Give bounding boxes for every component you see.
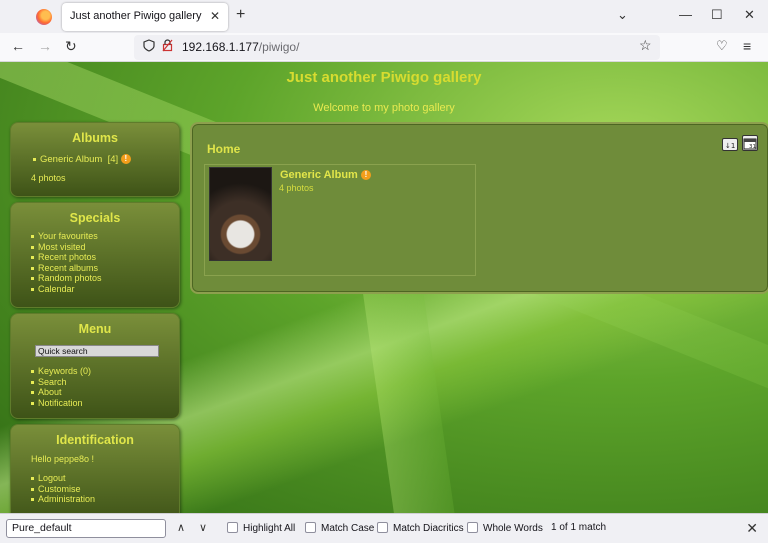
albums-heading[interactable]: Albums bbox=[11, 131, 179, 145]
star-icon[interactable]: ☆ bbox=[639, 37, 652, 54]
albums-list: Generic Album [4] ! bbox=[33, 154, 179, 166]
maximize-button[interactable]: ☐ bbox=[711, 7, 723, 23]
specials-item-random-photos[interactable]: Random photos bbox=[31, 273, 179, 284]
grass-blade-decoration bbox=[362, 279, 458, 513]
lock-icon[interactable] bbox=[162, 39, 173, 55]
menu-item-about[interactable]: About bbox=[31, 387, 179, 398]
album-card[interactable]: Generic Album ! 4 photos bbox=[204, 164, 476, 276]
menu-item-notification[interactable]: Notification bbox=[31, 398, 179, 409]
svg-text:↓1: ↓1 bbox=[725, 142, 735, 150]
list-all-tabs-icon[interactable]: ⌄ bbox=[617, 7, 628, 23]
forward-button[interactable]: → bbox=[38, 38, 52, 54]
recent-badge-icon: ! bbox=[120, 154, 131, 164]
tab-strip: Just another Piwigo gallery ✕ + ⌄ — ☐ ✕ bbox=[0, 0, 768, 33]
find-bar: Pure_default ∧ ∨ Highlight All Match Cas… bbox=[0, 513, 768, 543]
page-header: Just another Piwigo gallery Welcome to m… bbox=[0, 69, 768, 114]
highlight-all-checkbox[interactable]: Highlight All bbox=[227, 522, 295, 534]
album-title-link[interactable]: Generic Album ! bbox=[280, 169, 371, 181]
album-item[interactable]: Generic Album [4] ! bbox=[33, 154, 179, 166]
album-photo-count: 4 photos bbox=[279, 183, 314, 193]
album-title[interactable]: Generic Album bbox=[280, 169, 358, 181]
match-case-checkbox[interactable]: Match Case bbox=[305, 522, 374, 534]
menu-list: Keywords (0) Search About Notification bbox=[31, 366, 179, 408]
checkbox-box[interactable] bbox=[227, 522, 238, 533]
greeting-text: Hello peppe8o ! bbox=[31, 454, 95, 464]
whole-words-label: Whole Words bbox=[483, 523, 543, 534]
hamburger-menu-icon[interactable]: ≡ bbox=[743, 38, 751, 54]
quick-search-input[interactable]: Quick search bbox=[35, 345, 159, 357]
minimize-button[interactable]: — bbox=[679, 7, 692, 22]
specials-item-recent-albums[interactable]: Recent albums bbox=[31, 263, 179, 274]
identification-list: Logout Customise Administration bbox=[31, 473, 179, 505]
menu-heading: Menu bbox=[78, 322, 112, 336]
specials-item-calendar[interactable]: Calendar bbox=[31, 284, 179, 295]
specials-heading: Specials bbox=[69, 211, 121, 225]
menu-item-keywords[interactable]: Keywords (0) bbox=[31, 366, 179, 377]
window-close-button[interactable]: ✕ bbox=[744, 7, 755, 23]
albums-menu: Albums Generic Album [4] ! 4 photos bbox=[10, 122, 180, 197]
specials-item-most-visited[interactable]: Most visited bbox=[31, 242, 179, 253]
match-diacritics-checkbox[interactable]: Match Diacritics bbox=[377, 522, 464, 534]
breadcrumb-home[interactable]: Home bbox=[207, 142, 240, 156]
find-close-button[interactable]: ✕ bbox=[746, 520, 758, 537]
back-button[interactable]: ← bbox=[11, 38, 25, 54]
url-host: 192.168.1.177 bbox=[182, 40, 259, 54]
identification-item-customise[interactable]: Customise bbox=[31, 484, 179, 495]
gallery-title[interactable]: Just another Piwigo gallery bbox=[0, 69, 768, 86]
identification-item-logout[interactable]: Logout bbox=[31, 473, 179, 484]
albums-total: 4 photos bbox=[31, 172, 66, 183]
new-tab-button[interactable]: + bbox=[236, 6, 245, 24]
identification-item-administration[interactable]: Administration bbox=[31, 494, 179, 505]
main-menu: Menu Quick search Keywords (0) Search Ab… bbox=[10, 313, 180, 419]
album-item-count: [4] bbox=[107, 154, 119, 165]
shield-icon[interactable] bbox=[143, 39, 155, 55]
url-text: 192.168.1.177/piwigo/ bbox=[182, 40, 299, 54]
content-panel: Home ↓1 31 Generic Album ! 4 photos bbox=[190, 122, 768, 294]
specials-item-favourites[interactable]: Your favourites bbox=[31, 231, 179, 242]
firefox-logo-icon[interactable] bbox=[36, 9, 52, 25]
specials-list: Your favourites Most visited Recent phot… bbox=[31, 231, 179, 294]
url-path: /piwigo/ bbox=[258, 40, 300, 54]
calendar-view-icon[interactable]: 31 bbox=[742, 135, 758, 151]
whole-words-checkbox[interactable]: Whole Words bbox=[467, 522, 543, 534]
find-status: 1 of 1 match bbox=[551, 522, 607, 533]
identification-heading: Identification bbox=[56, 433, 134, 447]
sort-order-icon[interactable]: ↓1 bbox=[722, 138, 738, 151]
gallery-subtitle: Welcome to my photo gallery bbox=[313, 102, 455, 114]
match-case-label: Match Case bbox=[321, 523, 375, 534]
url-bar[interactable]: 192.168.1.177/piwigo/ ☆ bbox=[134, 35, 660, 60]
album-item-label[interactable]: Generic Album bbox=[40, 154, 102, 165]
find-next-button[interactable]: ∨ bbox=[199, 521, 207, 534]
specials-menu: Specials Your favourites Most visited Re… bbox=[10, 202, 180, 308]
checkbox-box[interactable] bbox=[467, 522, 478, 533]
identification-menu: Identification Hello peppe8o ! Logout Cu… bbox=[10, 424, 180, 513]
tab-title: Just another Piwigo gallery bbox=[70, 10, 202, 22]
checkbox-box[interactable] bbox=[305, 522, 316, 533]
page-viewport: Just another Piwigo gallery Welcome to m… bbox=[0, 62, 768, 513]
find-input[interactable]: Pure_default bbox=[6, 519, 166, 538]
tab-active[interactable]: Just another Piwigo gallery ✕ bbox=[62, 3, 228, 31]
svg-text:31: 31 bbox=[749, 144, 756, 150]
highlight-all-label: Highlight All bbox=[243, 523, 296, 534]
reload-button[interactable]: ↻ bbox=[65, 38, 77, 55]
recent-badge-icon: ! bbox=[360, 170, 371, 180]
pocket-icon[interactable]: ♡ bbox=[716, 38, 728, 54]
specials-item-recent-photos[interactable]: Recent photos bbox=[31, 252, 179, 263]
menu-item-search[interactable]: Search bbox=[31, 377, 179, 388]
tab-close-icon[interactable]: ✕ bbox=[210, 9, 220, 23]
checkbox-box[interactable] bbox=[377, 522, 388, 533]
match-diacritics-label: Match Diacritics bbox=[393, 523, 464, 534]
navigation-toolbar: ← → ↻ 192.168.1.177/piwigo/ ☆ ♡ ≡ bbox=[0, 33, 768, 62]
album-thumbnail[interactable] bbox=[209, 167, 272, 261]
find-previous-button[interactable]: ∧ bbox=[177, 521, 185, 534]
